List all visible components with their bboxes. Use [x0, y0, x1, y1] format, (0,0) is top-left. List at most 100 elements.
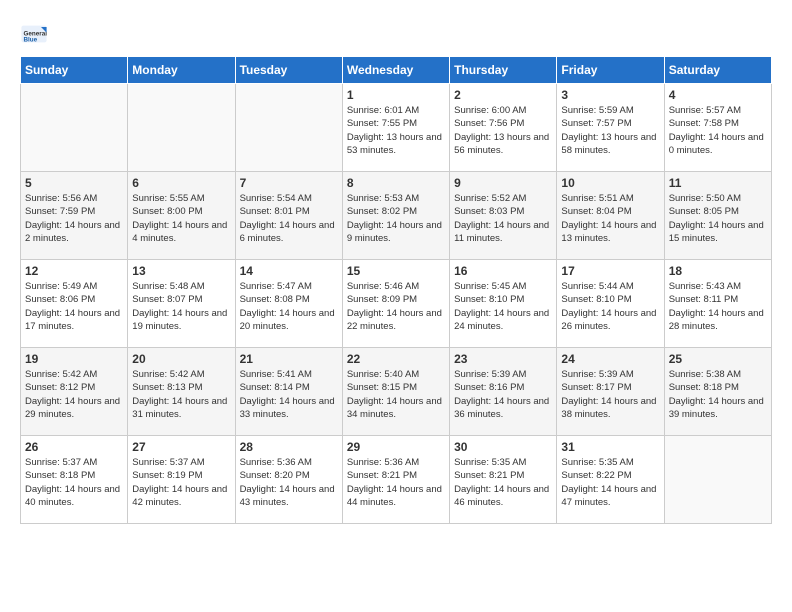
calendar-cell: 6 Sunrise: 5:55 AMSunset: 8:00 PMDaylight…	[128, 172, 235, 260]
calendar-cell	[21, 84, 128, 172]
day-number: 20	[132, 352, 230, 366]
page-header: General Blue	[20, 20, 772, 48]
calendar-week-row: 5 Sunrise: 5:56 AMSunset: 7:59 PMDaylight…	[21, 172, 772, 260]
calendar-cell: 1 Sunrise: 6:01 AMSunset: 7:55 PMDaylight…	[342, 84, 449, 172]
day-info: Sunrise: 5:41 AMSunset: 8:14 PMDaylight:…	[240, 368, 338, 421]
calendar-cell: 11Sunrise: 5:50 AMSunset: 8:05 PMDayligh…	[664, 172, 771, 260]
calendar-cell: 13 Sunrise: 5:48 AMSunset: 8:07 PMDayligh…	[128, 260, 235, 348]
day-number: 28	[240, 440, 338, 454]
calendar-cell: 28 Sunrise: 5:36 AMSunset: 8:20 PMDayligh…	[235, 436, 342, 524]
weekday-header-monday: Monday	[128, 57, 235, 84]
weekday-header-friday: Friday	[557, 57, 664, 84]
day-info: Sunrise: 5:51 AMSunset: 8:04 PMDaylight:…	[561, 192, 659, 245]
logo: General Blue	[20, 20, 48, 48]
day-number: 7	[240, 176, 338, 190]
day-number: 29	[347, 440, 445, 454]
day-number: 13	[132, 264, 230, 278]
weekday-header-wednesday: Wednesday	[342, 57, 449, 84]
day-info: Sunrise: 5:48 AMSunset: 8:07 PMDaylight:…	[132, 280, 230, 333]
day-info: Sunrise: 5:40 AMSunset: 8:15 PMDaylight:…	[347, 368, 445, 421]
day-number: 17	[561, 264, 659, 278]
day-info: Sunrise: 5:38 AMSunset: 8:18 PMDaylight:…	[669, 368, 767, 421]
calendar-cell: 22 Sunrise: 5:40 AMSunset: 8:15 PMDayligh…	[342, 348, 449, 436]
calendar-cell: 9Sunrise: 5:52 AMSunset: 8:03 PMDaylight…	[450, 172, 557, 260]
day-info: Sunrise: 5:35 AMSunset: 8:22 PMDaylight:…	[561, 456, 659, 509]
calendar-week-row: 12 Sunrise: 5:49 AMSunset: 8:06 PMDayligh…	[21, 260, 772, 348]
day-info: Sunrise: 5:42 AMSunset: 8:12 PMDaylight:…	[25, 368, 123, 421]
calendar-cell: 19 Sunrise: 5:42 AMSunset: 8:12 PMDayligh…	[21, 348, 128, 436]
calendar-cell	[128, 84, 235, 172]
day-number: 4	[669, 88, 767, 102]
day-number: 6	[132, 176, 230, 190]
calendar-cell: 26Sunrise: 5:37 AMSunset: 8:18 PMDayligh…	[21, 436, 128, 524]
day-info: Sunrise: 5:36 AMSunset: 8:21 PMDaylight:…	[347, 456, 445, 509]
day-info: Sunrise: 5:39 AMSunset: 8:16 PMDaylight:…	[454, 368, 552, 421]
calendar-week-row: 26Sunrise: 5:37 AMSunset: 8:18 PMDayligh…	[21, 436, 772, 524]
day-number: 15	[347, 264, 445, 278]
day-info: Sunrise: 5:35 AMSunset: 8:21 PMDaylight:…	[454, 456, 552, 509]
calendar-cell: 23Sunrise: 5:39 AMSunset: 8:16 PMDayligh…	[450, 348, 557, 436]
calendar-cell: 20 Sunrise: 5:42 AMSunset: 8:13 PMDayligh…	[128, 348, 235, 436]
day-info: Sunrise: 5:47 AMSunset: 8:08 PMDaylight:…	[240, 280, 338, 333]
day-number: 18	[669, 264, 767, 278]
day-number: 30	[454, 440, 552, 454]
day-number: 19	[25, 352, 123, 366]
day-info: Sunrise: 5:43 AMSunset: 8:11 PMDaylight:…	[669, 280, 767, 333]
day-number: 21	[240, 352, 338, 366]
day-number: 2	[454, 88, 552, 102]
day-info: Sunrise: 6:01 AMSunset: 7:55 PMDaylight:…	[347, 104, 445, 157]
day-info: Sunrise: 5:46 AMSunset: 8:09 PMDaylight:…	[347, 280, 445, 333]
day-info: Sunrise: 5:37 AMSunset: 8:19 PMDaylight:…	[132, 456, 230, 509]
day-number: 25	[669, 352, 767, 366]
day-number: 1	[347, 88, 445, 102]
calendar-cell: 25 Sunrise: 5:38 AMSunset: 8:18 PMDayligh…	[664, 348, 771, 436]
day-number: 3	[561, 88, 659, 102]
day-info: Sunrise: 5:49 AMSunset: 8:06 PMDaylight:…	[25, 280, 123, 333]
day-info: Sunrise: 5:50 AMSunset: 8:05 PMDaylight:…	[669, 192, 767, 245]
weekday-header-thursday: Thursday	[450, 57, 557, 84]
calendar-cell: 5 Sunrise: 5:56 AMSunset: 7:59 PMDaylight…	[21, 172, 128, 260]
day-number: 22	[347, 352, 445, 366]
calendar-cell: 8 Sunrise: 5:53 AMSunset: 8:02 PMDaylight…	[342, 172, 449, 260]
day-info: Sunrise: 5:54 AMSunset: 8:01 PMDaylight:…	[240, 192, 338, 245]
day-number: 10	[561, 176, 659, 190]
day-info: Sunrise: 5:42 AMSunset: 8:13 PMDaylight:…	[132, 368, 230, 421]
day-number: 8	[347, 176, 445, 190]
calendar-cell	[664, 436, 771, 524]
day-info: Sunrise: 5:53 AMSunset: 8:02 PMDaylight:…	[347, 192, 445, 245]
calendar-cell: 2 Sunrise: 6:00 AMSunset: 7:56 PMDaylight…	[450, 84, 557, 172]
calendar-cell: 12 Sunrise: 5:49 AMSunset: 8:06 PMDayligh…	[21, 260, 128, 348]
day-info: Sunrise: 5:56 AMSunset: 7:59 PMDaylight:…	[25, 192, 123, 245]
day-info: Sunrise: 5:52 AMSunset: 8:03 PMDaylight:…	[454, 192, 552, 245]
calendar-cell: 16Sunrise: 5:45 AMSunset: 8:10 PMDayligh…	[450, 260, 557, 348]
day-info: Sunrise: 5:44 AMSunset: 8:10 PMDaylight:…	[561, 280, 659, 333]
weekday-header-sunday: Sunday	[21, 57, 128, 84]
calendar-week-row: 19 Sunrise: 5:42 AMSunset: 8:12 PMDayligh…	[21, 348, 772, 436]
day-info: Sunrise: 5:55 AMSunset: 8:00 PMDaylight:…	[132, 192, 230, 245]
logo-icon: General Blue	[20, 20, 48, 48]
calendar-cell: 24Sunrise: 5:39 AMSunset: 8:17 PMDayligh…	[557, 348, 664, 436]
calendar-cell: 29 Sunrise: 5:36 AMSunset: 8:21 PMDayligh…	[342, 436, 449, 524]
day-number: 31	[561, 440, 659, 454]
day-info: Sunrise: 5:36 AMSunset: 8:20 PMDaylight:…	[240, 456, 338, 509]
day-info: Sunrise: 5:59 AMSunset: 7:57 PMDaylight:…	[561, 104, 659, 157]
day-info: Sunrise: 6:00 AMSunset: 7:56 PMDaylight:…	[454, 104, 552, 157]
calendar-cell: 7 Sunrise: 5:54 AMSunset: 8:01 PMDaylight…	[235, 172, 342, 260]
day-number: 12	[25, 264, 123, 278]
day-info: Sunrise: 5:39 AMSunset: 8:17 PMDaylight:…	[561, 368, 659, 421]
day-number: 27	[132, 440, 230, 454]
calendar-cell: 3 Sunrise: 5:59 AMSunset: 7:57 PMDaylight…	[557, 84, 664, 172]
calendar-cell: 21 Sunrise: 5:41 AMSunset: 8:14 PMDayligh…	[235, 348, 342, 436]
calendar-cell: 31 Sunrise: 5:35 AMSunset: 8:22 PMDayligh…	[557, 436, 664, 524]
weekday-header-row: SundayMondayTuesdayWednesdayThursdayFrid…	[21, 57, 772, 84]
calendar-cell: 17 Sunrise: 5:44 AMSunset: 8:10 PMDayligh…	[557, 260, 664, 348]
svg-text:Blue: Blue	[24, 37, 38, 44]
calendar-cell: 4Sunrise: 5:57 AMSunset: 7:58 PMDaylight…	[664, 84, 771, 172]
weekday-header-saturday: Saturday	[664, 57, 771, 84]
day-number: 5	[25, 176, 123, 190]
calendar-table: SundayMondayTuesdayWednesdayThursdayFrid…	[20, 56, 772, 524]
calendar-cell: 18 Sunrise: 5:43 AMSunset: 8:11 PMDayligh…	[664, 260, 771, 348]
calendar-cell: 27 Sunrise: 5:37 AMSunset: 8:19 PMDayligh…	[128, 436, 235, 524]
day-number: 16	[454, 264, 552, 278]
calendar-cell	[235, 84, 342, 172]
